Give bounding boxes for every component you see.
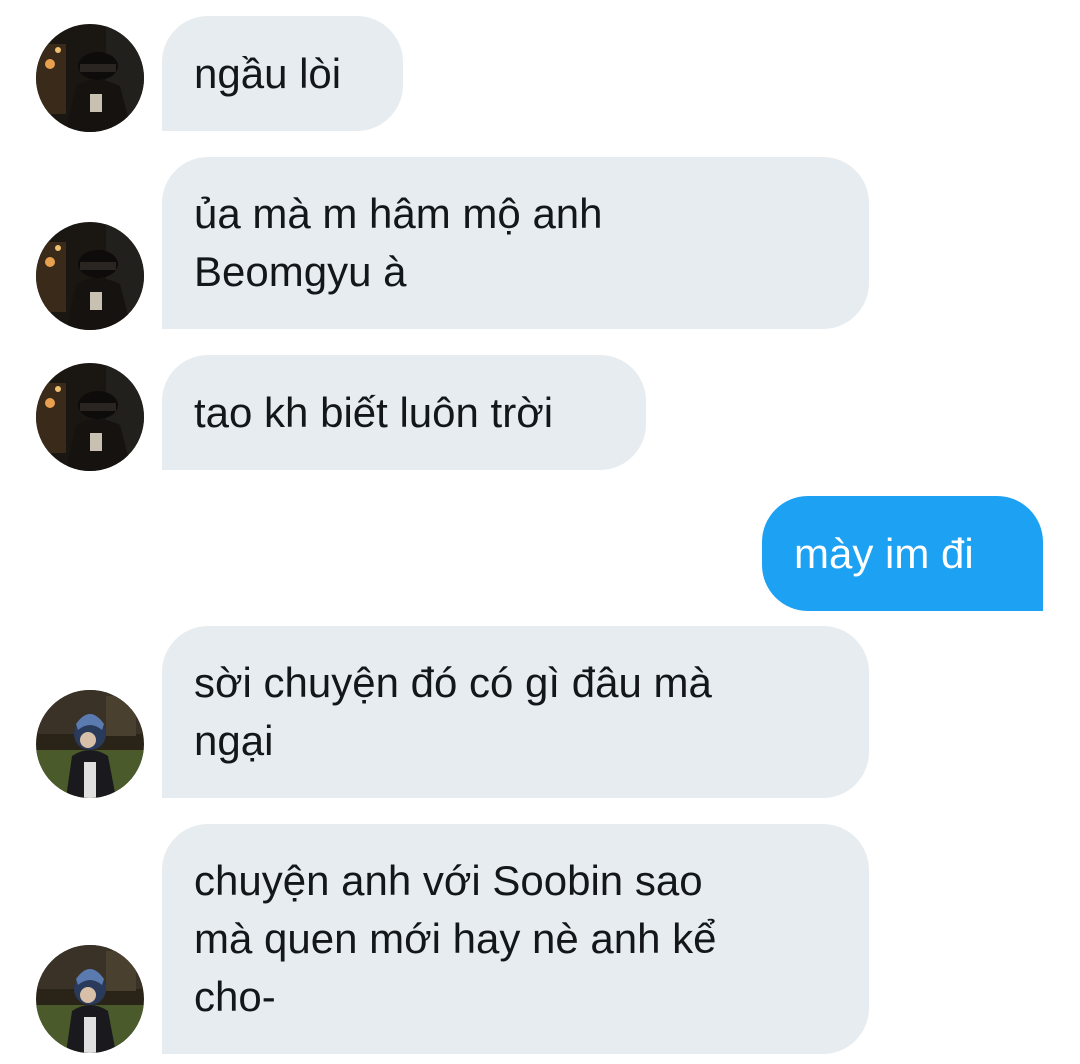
- message-bubble-incoming[interactable]: sời chuyện đó có gì đâu mà ngại: [162, 626, 869, 798]
- message-text: mày im đi: [794, 529, 974, 577]
- avatar-user-a[interactable]: [36, 24, 144, 132]
- avatar-user-a-image: [36, 222, 144, 330]
- message-text: chuyện anh với Soobin sao mà quen mới ha…: [194, 857, 717, 1020]
- avatar-user-b[interactable]: [36, 690, 144, 798]
- avatar-user-b[interactable]: [36, 945, 144, 1053]
- message-text: ngầu lòi: [194, 49, 342, 97]
- message-bubble-incoming[interactable]: ngầu lòi: [162, 16, 403, 131]
- avatar-user-b-image: [36, 945, 144, 1053]
- avatar-user-a-image: [36, 363, 144, 471]
- message-text: tao kh biết luôn trời: [194, 388, 554, 436]
- message-text: ủa mà m hâm mộ anh Beomgyu à: [194, 190, 603, 295]
- avatar-user-b-image: [36, 690, 144, 798]
- avatar-user-a[interactable]: [36, 363, 144, 471]
- avatar-user-a[interactable]: [36, 222, 144, 330]
- message-bubble-outgoing[interactable]: mày im đi: [762, 496, 1043, 611]
- message-text: sời chuyện đó có gì đâu mà ngại: [194, 659, 712, 764]
- message-bubble-incoming[interactable]: tao kh biết luôn trời: [162, 355, 646, 470]
- message-bubble-incoming[interactable]: chuyện anh với Soobin sao mà quen mới ha…: [162, 824, 869, 1054]
- avatar-user-a-image: [36, 24, 144, 132]
- message-bubble-incoming[interactable]: ủa mà m hâm mộ anh Beomgyu à: [162, 157, 869, 329]
